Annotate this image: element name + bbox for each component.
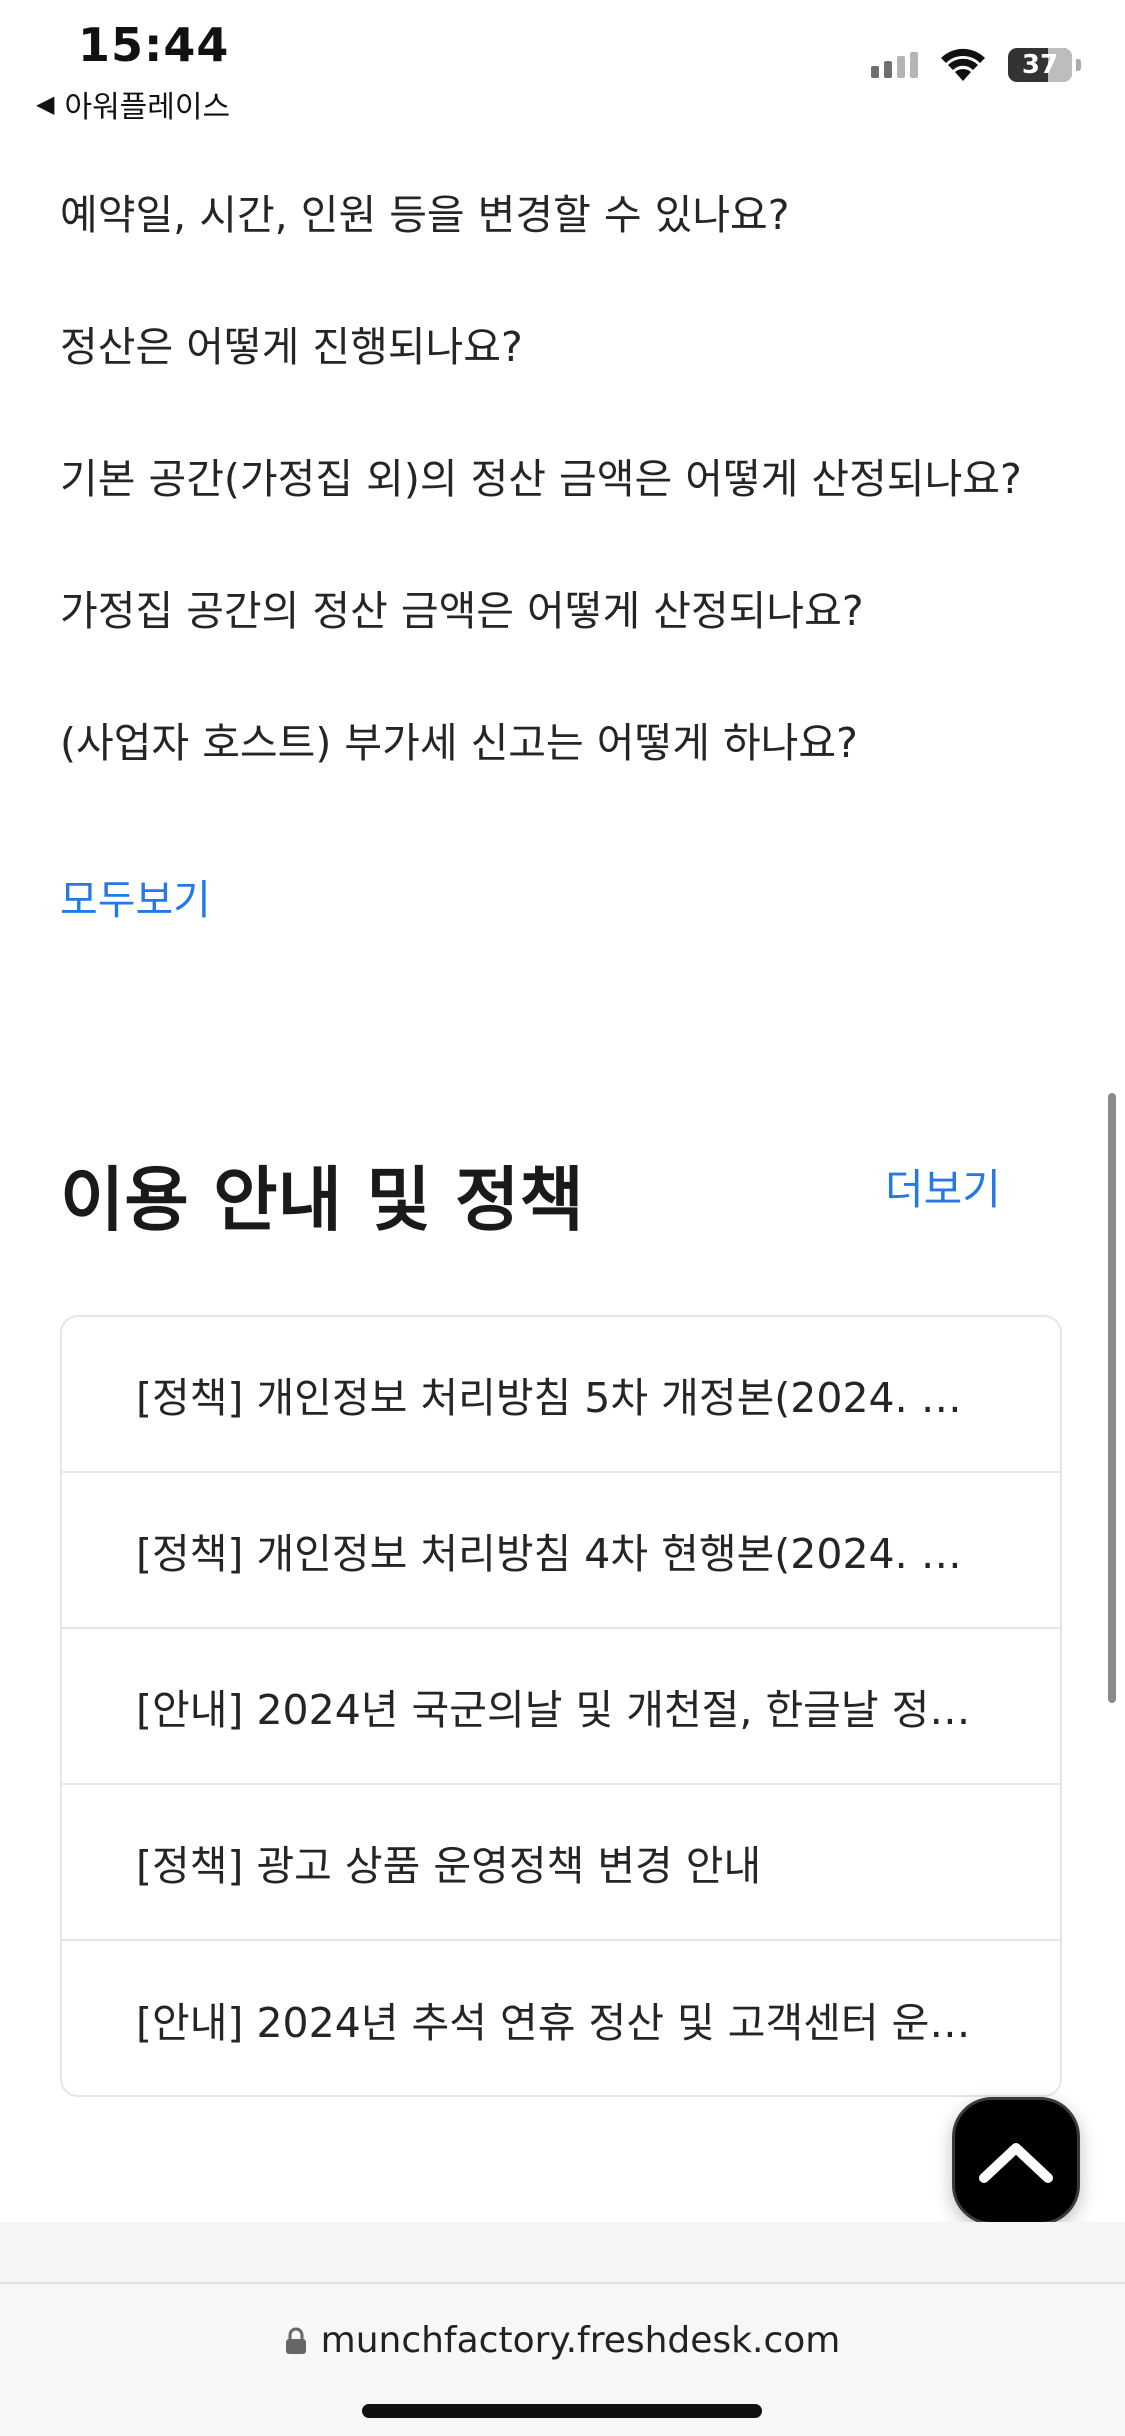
scrollbar[interactable] <box>1108 1093 1116 1703</box>
battery-icon: 37 <box>1008 48 1072 82</box>
faq-list: 예약일, 시간, 인원 등을 변경할 수 있나요? 정산은 어떻게 진행되나요?… <box>60 185 1070 845</box>
back-to-app-button[interactable]: ◀ 아워플레이스 <box>36 82 230 126</box>
faq-item[interactable]: 가정집 공간의 정산 금액은 어떻게 산정되나요? <box>60 581 1070 713</box>
policy-item-label: [안내] 2024년 국군의날 및 개천절, 한글날 정… <box>136 1686 971 1734</box>
scroll-to-top-button[interactable] <box>952 2097 1080 2225</box>
policy-item-label: [안내] 2024년 추석 연휴 정산 및 고객센터 운… <box>136 1999 971 2047</box>
lock-icon <box>285 2327 306 2354</box>
status-time: 15:44 <box>78 18 230 72</box>
policy-list-item[interactable]: [안내] 2024년 추석 연휴 정산 및 고객센터 운… <box>62 1941 1060 2095</box>
footer-strip <box>0 2222 1125 2282</box>
chevron-up-icon <box>979 2143 1053 2183</box>
policy-list-item[interactable]: [정책] 광고 상품 운영정책 변경 안내 <box>62 1785 1060 1941</box>
faq-item[interactable]: 정산은 어떻게 진행되나요? <box>60 317 1070 449</box>
home-indicator <box>362 2404 762 2418</box>
url-text: munchfactory.freshdesk.com <box>320 2320 841 2361</box>
faq-item[interactable]: 기본 공간(가정집 외)의 정산 금액은 어떻게 산정되나요? <box>60 449 1070 581</box>
policy-list: [정책] 개인정보 처리방침 5차 개정본(2024. 1… [정책] 개인정보… <box>60 1315 1062 2097</box>
browser-address-bar[interactable]: munchfactory.freshdesk.com <box>0 2282 1125 2436</box>
policy-list-item[interactable]: [정책] 개인정보 처리방침 4차 현행본(2024. 1… <box>62 1473 1060 1629</box>
wifi-icon <box>941 48 985 81</box>
back-app-label: 아워플레이스 <box>64 90 231 125</box>
policy-item-label: [정책] 광고 상품 운영정책 변경 안내 <box>136 1842 762 1890</box>
policy-list-item[interactable]: [정책] 개인정보 처리방침 5차 개정본(2024. 1… <box>62 1317 1060 1473</box>
battery-level: 37 <box>1021 50 1059 80</box>
more-link[interactable]: 더보기 <box>885 1160 1001 1220</box>
policy-item-label: [정책] 개인정보 처리방침 5차 개정본(2024. 1… <box>136 1374 972 1422</box>
status-icons: 37 <box>871 48 1081 82</box>
url-display[interactable]: munchfactory.freshdesk.com <box>0 2320 1125 2361</box>
policy-item-label: [정책] 개인정보 처리방침 4차 현행본(2024. 1… <box>136 1530 972 1578</box>
cellular-signal-icon <box>871 52 918 78</box>
faq-item[interactable]: 예약일, 시간, 인원 등을 변경할 수 있나요? <box>60 185 1070 317</box>
see-all-link[interactable]: 모두보기 <box>60 870 211 930</box>
status-bar: 15:44 ◀ 아워플레이스 37 <box>0 0 1125 130</box>
back-triangle-icon: ◀ <box>36 90 55 118</box>
policy-list-item[interactable]: [안내] 2024년 국군의날 및 개천절, 한글날 정… <box>62 1629 1060 1785</box>
section-title: 이용 안내 및 정책 <box>60 1159 584 1241</box>
battery-tip <box>1076 59 1081 71</box>
faq-item[interactable]: (사업자 호스트) 부가세 신고는 어떻게 하나요? <box>60 713 1070 845</box>
